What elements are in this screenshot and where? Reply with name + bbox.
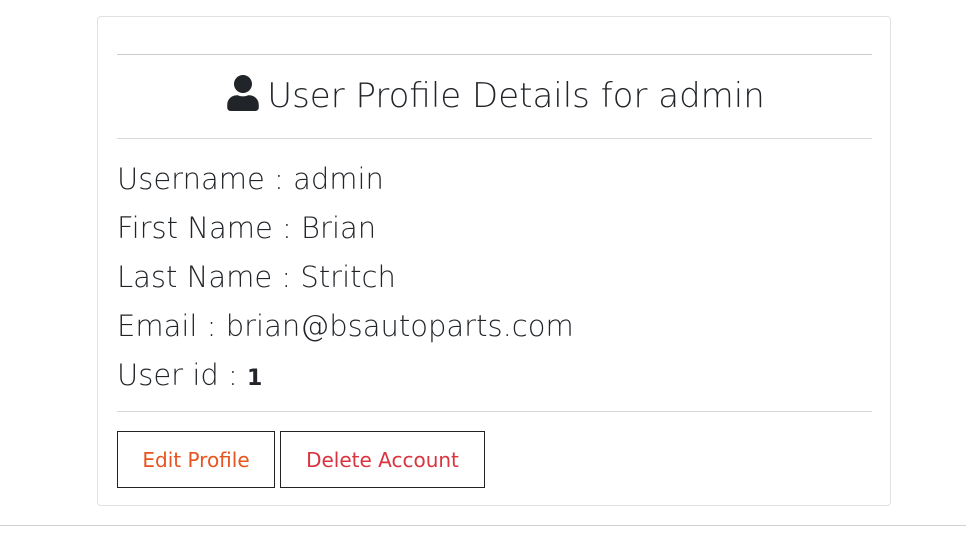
delete-account-button[interactable]: Delete Account: [280, 431, 485, 488]
field-label: User id: [117, 358, 219, 392]
user-id-row: User id : 1: [117, 351, 872, 400]
email-value: brian@bsautoparts.com: [225, 309, 574, 343]
page: User Profile Details for admin Username …: [0, 0, 966, 542]
profile-details: Username : admin First Name : Brian Last…: [117, 155, 872, 400]
last-name-row: Last Name : Stritch: [117, 253, 872, 302]
first-name-row: First Name : Brian: [117, 204, 872, 253]
divider: [117, 411, 872, 412]
user-id-value: 1: [247, 366, 263, 391]
field-label: Username: [117, 162, 265, 196]
profile-actions: Edit Profile Delete Account: [117, 431, 485, 489]
first-name-value: Brian: [301, 211, 377, 245]
page-title: User Profile Details for admin: [98, 75, 892, 116]
email-row: Email : brian@bsautoparts.com: [117, 302, 872, 351]
field-separator: :: [218, 358, 248, 392]
user-icon: [227, 75, 259, 111]
last-name-value: Stritch: [300, 260, 396, 294]
edit-profile-button[interactable]: Edit Profile: [117, 431, 275, 488]
field-label: Email: [117, 309, 198, 343]
field-separator: :: [272, 260, 301, 294]
field-label: Last Name: [117, 260, 273, 294]
username-value: admin: [293, 162, 384, 196]
page-title-text: User Profile Details for admin: [267, 76, 765, 116]
profile-card: User Profile Details for admin Username …: [97, 16, 891, 506]
field-label: First Name: [117, 211, 273, 245]
username-row: Username : admin: [117, 155, 872, 204]
field-separator: :: [264, 162, 294, 196]
divider: [117, 138, 872, 139]
divider: [117, 54, 872, 55]
field-separator: :: [197, 309, 226, 343]
footer-divider: [0, 525, 966, 526]
field-separator: :: [272, 211, 302, 245]
